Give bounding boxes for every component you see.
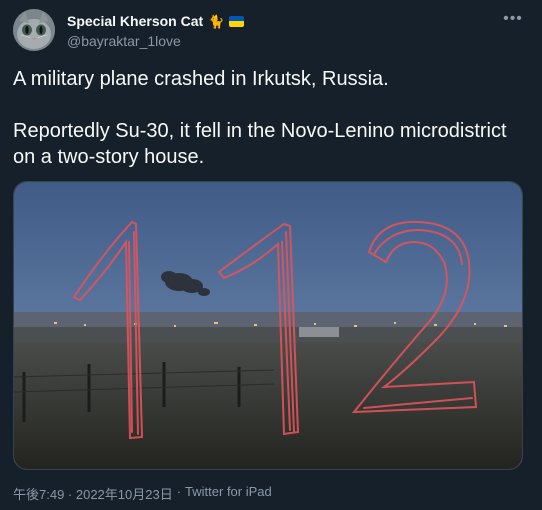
crash-photo bbox=[14, 182, 522, 469]
avatar[interactable] bbox=[13, 9, 55, 51]
timestamp[interactable]: 午後7:49 · 2022年10月23日 bbox=[13, 484, 173, 503]
meta-separator: · bbox=[176, 484, 182, 499]
flag-bottom-stripe bbox=[229, 21, 245, 27]
tweet-paragraph-1: A military plane crashed in Irkutsk, Rus… bbox=[13, 68, 389, 90]
cat-icon: 🐈 bbox=[208, 13, 225, 29]
media-image[interactable] bbox=[13, 181, 523, 470]
cat-avatar-image bbox=[13, 9, 55, 51]
tweet-text: A military plane crashed in Irkutsk, Rus… bbox=[13, 66, 523, 170]
display-name-row: Special Kherson Cat 🐈 bbox=[67, 11, 245, 31]
more-options-icon[interactable]: ••• bbox=[502, 8, 524, 30]
handle[interactable]: @bayraktar_1love bbox=[67, 33, 244, 49]
display-name[interactable]: Special Kherson Cat bbox=[67, 13, 203, 29]
author-block: Special Kherson Cat 🐈 @bayraktar_1love bbox=[67, 11, 245, 49]
tweet-meta: 午後7:49 · 2022年10月23日 · Twitter for iPad bbox=[13, 484, 272, 503]
ukraine-flag-icon bbox=[229, 15, 245, 27]
tweet-paragraph-2: Reportedly Su-30, it fell in the Novo-Le… bbox=[13, 120, 507, 168]
tweet: Special Kherson Cat 🐈 @bayraktar_1love •… bbox=[0, 0, 542, 510]
client-source[interactable]: Twitter for iPad bbox=[185, 484, 272, 503]
